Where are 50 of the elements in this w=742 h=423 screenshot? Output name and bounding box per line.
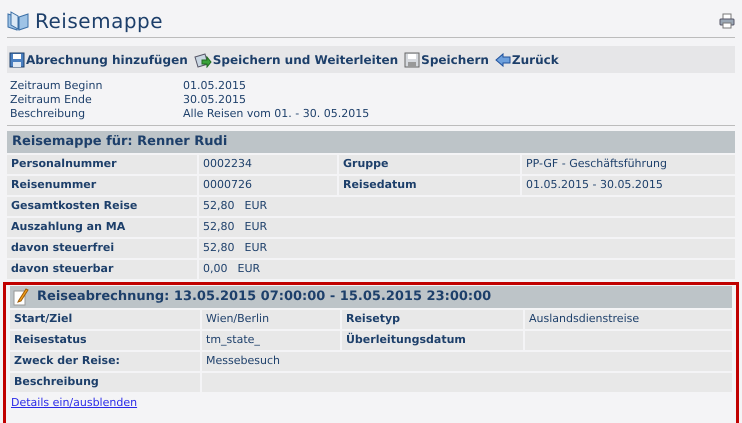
amount: 52,80 xyxy=(203,198,234,214)
field-label: Gruppe xyxy=(339,155,520,174)
back-arrow-icon xyxy=(494,52,511,68)
field-value: Wien/Berlin xyxy=(202,310,340,329)
toolbar-button[interactable]: Speichern und Weiterleiten xyxy=(194,50,398,68)
field-value: Auslandsdienstreise xyxy=(525,310,732,329)
currency: EUR xyxy=(244,198,268,214)
printer-icon[interactable] xyxy=(719,12,735,28)
field-label: Reisestatus xyxy=(10,331,200,350)
field-label: Zweck der Reise: xyxy=(10,352,200,371)
field-value: 0002234 xyxy=(199,155,337,174)
field-label: Start/Ziel xyxy=(10,310,200,329)
field-value: 0000726 xyxy=(199,176,337,195)
field-label: Auszahlung an MA xyxy=(7,218,197,237)
currency: EUR xyxy=(238,261,260,278)
field-value: 01.05.2015 xyxy=(183,78,246,94)
floppy-icon xyxy=(404,52,420,68)
field-value: 30.05.2015 xyxy=(183,92,246,108)
field-label: Überleitungsdatum xyxy=(342,331,523,350)
field-label: Beschreibung xyxy=(10,373,200,392)
field-label: Gesamtkosten Reise xyxy=(7,197,197,216)
field-label: davon steuerbar xyxy=(7,260,197,279)
toolbar-button[interactable]: Zurück xyxy=(494,50,559,68)
field-label: Reisedatum xyxy=(339,176,520,195)
section-header: Reiseabrechnung: 13.05.2015 07:00:00 - 15.05.2015 23:00:00 xyxy=(37,288,492,306)
send-icon xyxy=(194,52,212,68)
field-label: Reisetyp xyxy=(342,310,523,329)
toolbar-button[interactable]: Abrechnung hinzufügen xyxy=(9,50,188,68)
page-title: Reisemappe xyxy=(35,8,164,34)
amount: 52,80 xyxy=(203,219,234,236)
field-label: Personalnummer xyxy=(7,155,197,174)
field-value: PP-GF - Geschäftsführung xyxy=(522,155,735,174)
field-label: Zeitraum Ende xyxy=(10,92,93,108)
currency: EUR xyxy=(244,240,268,256)
field-label: Reisenummer xyxy=(7,176,197,195)
field-value: 01.05.2015 - 30.05.2015 xyxy=(522,176,735,195)
field-value: Alle Reisen vom 01. - 30. 05.2015 xyxy=(183,106,370,122)
field-value: Messebesuch xyxy=(202,352,732,371)
amount: 0,00 xyxy=(203,261,228,278)
notepad-pencil-icon xyxy=(13,288,29,306)
toggle-details-link[interactable]: Details ein/ausblenden xyxy=(11,395,138,412)
section-header: Reisemappe für: Renner Rudi xyxy=(7,131,735,153)
field-label: Beschreibung xyxy=(10,106,86,122)
currency: EUR xyxy=(244,219,268,236)
field-value: tm_state_ xyxy=(202,331,340,350)
book-icon xyxy=(7,10,29,30)
field-label: davon steuerfrei xyxy=(7,239,197,258)
field-label: Zeitraum Beginn xyxy=(10,78,104,94)
amount: 52,80 xyxy=(203,240,234,256)
toolbar-button[interactable]: Speichern xyxy=(404,50,489,68)
